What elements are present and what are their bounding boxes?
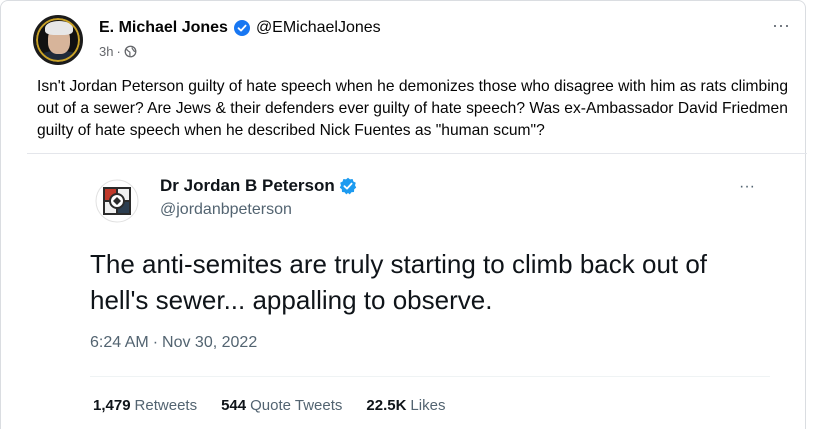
meta-separator: ·	[116, 44, 121, 59]
embedded-tweet[interactable]: Dr Jordan B Peterson @jordanbpeterson ··…	[67, 154, 771, 429]
post-options-button[interactable]: ···	[771, 15, 791, 35]
quote-tweets-stat[interactable]: 544 Quote Tweets	[221, 397, 342, 414]
likes-label: Likes	[410, 397, 446, 414]
post-header: E. Michael Jones @EMichaelJones 3h ·	[33, 13, 793, 65]
verified-badge-icon	[233, 20, 250, 36]
tweet-more-button[interactable]: ···	[739, 178, 755, 196]
tweet-body: The anti-semites are truly starting to c…	[90, 249, 708, 315]
author-handle[interactable]: @EMichaelJones	[256, 19, 381, 37]
tweet-author-name[interactable]: Dr Jordan B Peterson	[160, 176, 335, 196]
author-name[interactable]: E. Michael Jones	[99, 19, 228, 37]
facebook-post: E. Michael Jones @EMichaelJones 3h · ···…	[0, 0, 807, 429]
tweet-author-handle[interactable]: @jordanbpeterson	[160, 201, 292, 219]
post-timestamp[interactable]: 3h	[99, 44, 113, 59]
more-horizontal-icon: ···	[772, 15, 790, 35]
retweets-stat[interactable]: 1,479 Retweets	[93, 397, 197, 414]
author-avatar[interactable]	[33, 15, 83, 65]
tweet-divider	[90, 376, 770, 377]
tweet-author-avatar[interactable]	[95, 179, 139, 223]
quote-tweets-label: Quote Tweets	[250, 397, 343, 414]
tweet-stats: 1,479 Retweets 544 Quote Tweets 22.5K Likes	[93, 397, 469, 414]
tweet-timestamp[interactable]: 6:24 AM · Nov 30, 2022	[90, 334, 257, 352]
author-line: E. Michael Jones @EMichaelJones	[99, 19, 381, 37]
verified-badge-icon	[339, 177, 356, 195]
post-meta: 3h ·	[99, 44, 137, 59]
likes-stat[interactable]: 22.5K Likes	[366, 397, 445, 414]
retweets-label: Retweets	[134, 397, 198, 414]
tweet-date: Nov 30, 2022	[162, 334, 258, 351]
retweets-count: 1,479	[93, 397, 131, 414]
post-text: Isn't Jordan Peterson guilty of hate spe…	[37, 78, 789, 139]
likes-count: 22.5K	[366, 397, 407, 414]
more-horizontal-icon: ···	[739, 178, 755, 195]
globe-icon[interactable]	[124, 45, 137, 58]
tweet-name-line: Dr Jordan B Peterson	[160, 176, 357, 196]
tweet-time: 6:24 AM	[90, 334, 149, 351]
quote-tweets-count: 544	[221, 397, 247, 414]
tweet-time-separator: ·	[152, 334, 159, 351]
